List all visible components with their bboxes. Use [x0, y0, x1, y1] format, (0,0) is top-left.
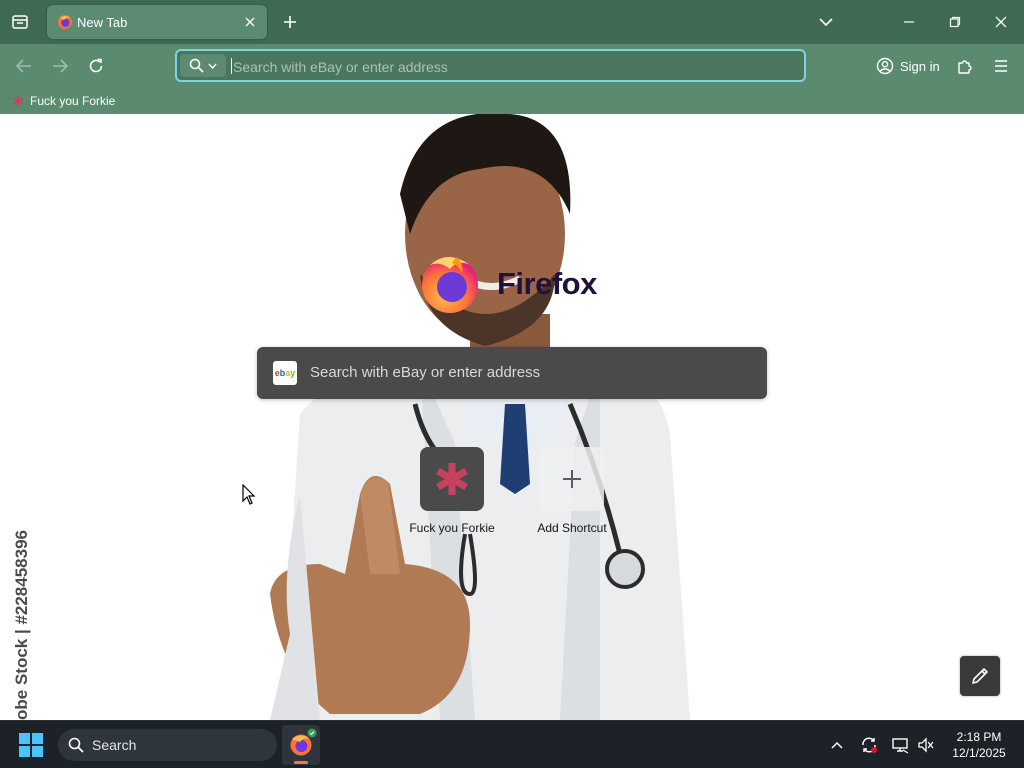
tab-new-tab[interactable]: New Tab — [47, 5, 267, 39]
plus-icon — [563, 470, 581, 488]
shortcut-icon-tile — [540, 447, 604, 511]
bookmark-label: Fuck you Forkie — [30, 94, 116, 108]
puzzle-icon — [958, 60, 972, 74]
newtab-search-box[interactable]: ebay Search with eBay or enter address — [257, 347, 767, 399]
tab-title: New Tab — [77, 15, 128, 30]
newtab-search-placeholder: Search with eBay or enter address — [310, 364, 541, 381]
firefox-icon — [58, 15, 72, 29]
volume-tray-button[interactable] — [915, 734, 937, 756]
forward-button[interactable] — [47, 53, 73, 79]
sign-in-button[interactable]: Sign in — [868, 51, 944, 81]
chevron-up-icon — [831, 741, 843, 749]
address-bar[interactable]: Search with eBay or enter address — [175, 49, 806, 82]
stock-watermark: obe Stock | #228458396 — [12, 530, 31, 720]
plus-icon — [284, 16, 296, 28]
volume-muted-icon — [918, 737, 934, 753]
close-icon — [995, 16, 1007, 28]
minimize-button[interactable] — [886, 0, 932, 44]
close-window-button[interactable] — [978, 0, 1024, 44]
search-icon — [189, 58, 204, 73]
restore-button[interactable] — [932, 0, 978, 44]
customize-button[interactable] — [960, 656, 1000, 696]
new-tab-button[interactable] — [278, 10, 302, 34]
reload-button[interactable] — [83, 53, 109, 79]
asterisk-icon — [13, 96, 23, 106]
windows-taskbar: Search 2:18 PM 12/1/2025 — [0, 720, 1024, 768]
firefox-view-button[interactable] — [8, 10, 32, 34]
close-icon — [245, 17, 255, 27]
firefox-wordmark: Firefox — [497, 266, 597, 301]
reload-icon — [89, 58, 103, 73]
taskbar-clock[interactable]: 2:18 PM 12/1/2025 — [946, 729, 1012, 761]
shield-badge-icon — [307, 728, 317, 738]
new-tab-page: obe Stock | #228458396 Firefox ebay Sear… — [0, 114, 1024, 720]
shortcut-label: Fuck you Forkie — [409, 521, 495, 535]
pencil-icon — [972, 668, 988, 684]
mouse-cursor-icon — [242, 484, 256, 505]
back-button[interactable] — [11, 53, 37, 79]
show-hidden-icons-button[interactable] — [826, 734, 848, 756]
app-menu-button[interactable] — [988, 53, 1014, 79]
shortcut-label: Add Shortcut — [537, 521, 607, 535]
ebay-icon: ebay — [273, 361, 297, 385]
extensions-button[interactable] — [952, 53, 978, 79]
sync-tray-button[interactable] — [858, 734, 880, 756]
chevron-down-icon — [208, 63, 217, 69]
search-engine-button[interactable] — [180, 54, 226, 77]
firefox-logo-icon — [422, 257, 478, 313]
shortcut-icon-tile — [420, 447, 484, 511]
address-bar-placeholder[interactable]: Search with eBay or enter address — [233, 59, 448, 75]
add-shortcut-tile[interactable]: Add Shortcut — [517, 447, 627, 547]
minimize-icon — [904, 21, 914, 23]
hamburger-menu-icon — [995, 60, 1007, 72]
network-tray-button[interactable] — [889, 734, 911, 756]
background-image — [270, 114, 690, 720]
account-icon — [876, 57, 894, 75]
search-icon — [68, 737, 84, 753]
taskbar-search-label: Search — [92, 737, 137, 753]
close-tab-button[interactable] — [241, 13, 259, 31]
bookmark-item[interactable]: Fuck you Forkie — [12, 92, 115, 110]
arrow-left-icon — [16, 59, 31, 73]
network-icon — [892, 738, 909, 754]
shortcut-tile[interactable]: Fuck you Forkie — [397, 447, 507, 547]
bookmarks-toolbar: Fuck you Forkie — [0, 88, 1024, 114]
arrow-right-icon — [53, 59, 68, 73]
active-indicator — [294, 761, 308, 764]
sync-icon — [862, 737, 877, 753]
list-all-tabs-button[interactable] — [814, 10, 838, 34]
chevron-down-icon — [819, 18, 833, 27]
firefox-view-icon — [12, 15, 28, 29]
tab-strip: New Tab — [0, 0, 1024, 44]
taskbar-search[interactable]: Search — [58, 729, 277, 761]
windows-start-icon[interactable] — [18, 732, 44, 758]
taskbar-firefox-button[interactable] — [282, 725, 320, 765]
clock-date: 12/1/2025 — [952, 746, 1006, 760]
sign-in-label: Sign in — [900, 58, 940, 74]
clock-time: 2:18 PM — [956, 730, 1002, 744]
asterisk-icon — [436, 463, 468, 495]
restore-icon — [949, 16, 961, 28]
text-caret — [231, 58, 232, 74]
